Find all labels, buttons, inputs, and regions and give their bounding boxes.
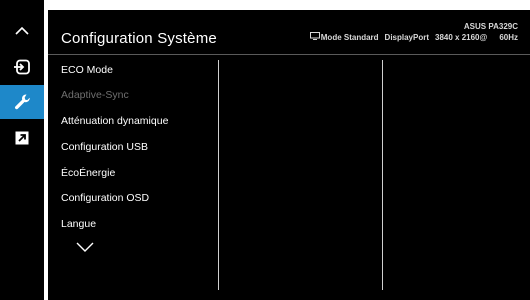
wrench-icon (13, 93, 31, 111)
input-select-icon (13, 59, 31, 75)
status-bar: ASUS PA329C Mode Standard DisplayPort 38… (309, 22, 518, 43)
menu-item-eco-mode[interactable]: ECO Mode (61, 64, 113, 76)
input-status: DisplayPort (384, 32, 430, 42)
menu-item-language[interactable]: Langue (61, 218, 96, 230)
resolution-status: 3840 x 2160@ (435, 32, 488, 42)
mode-status: Mode Standard (320, 32, 379, 42)
icon-rail (0, 0, 44, 300)
menu-item-adaptive-sync: Adaptive-Sync (61, 89, 129, 101)
rail-shortcut-button[interactable] (0, 121, 44, 155)
column-divider-1 (218, 60, 219, 290)
rail-input-select-button[interactable] (0, 50, 44, 84)
menu-item-eco-power[interactable]: ÉcoÉnergie (61, 167, 115, 179)
osd-window: Configuration Système ASUS PA329C Mode S… (0, 0, 530, 300)
shortcut-icon (15, 131, 29, 145)
column-divider-2 (382, 60, 383, 290)
page-title: Configuration Système (61, 30, 217, 47)
model-name: ASUS PA329C (463, 22, 518, 31)
rail-system-setup-button[interactable] (0, 85, 44, 119)
rail-up-button[interactable] (0, 14, 44, 48)
monitor-icon (309, 32, 320, 43)
chevron-down-icon[interactable] (76, 239, 94, 257)
main-panel: Configuration Système ASUS PA329C Mode S… (48, 10, 530, 300)
refresh-status: 60Hz (499, 32, 518, 42)
chevron-up-icon (14, 26, 30, 36)
menu-item-osd-setup[interactable]: Configuration OSD (61, 192, 149, 204)
header-divider (48, 54, 530, 55)
menu-item-usb-setup[interactable]: Configuration USB (61, 141, 148, 153)
menu-item-dynamic-dimming[interactable]: Atténuation dynamique (61, 115, 168, 127)
